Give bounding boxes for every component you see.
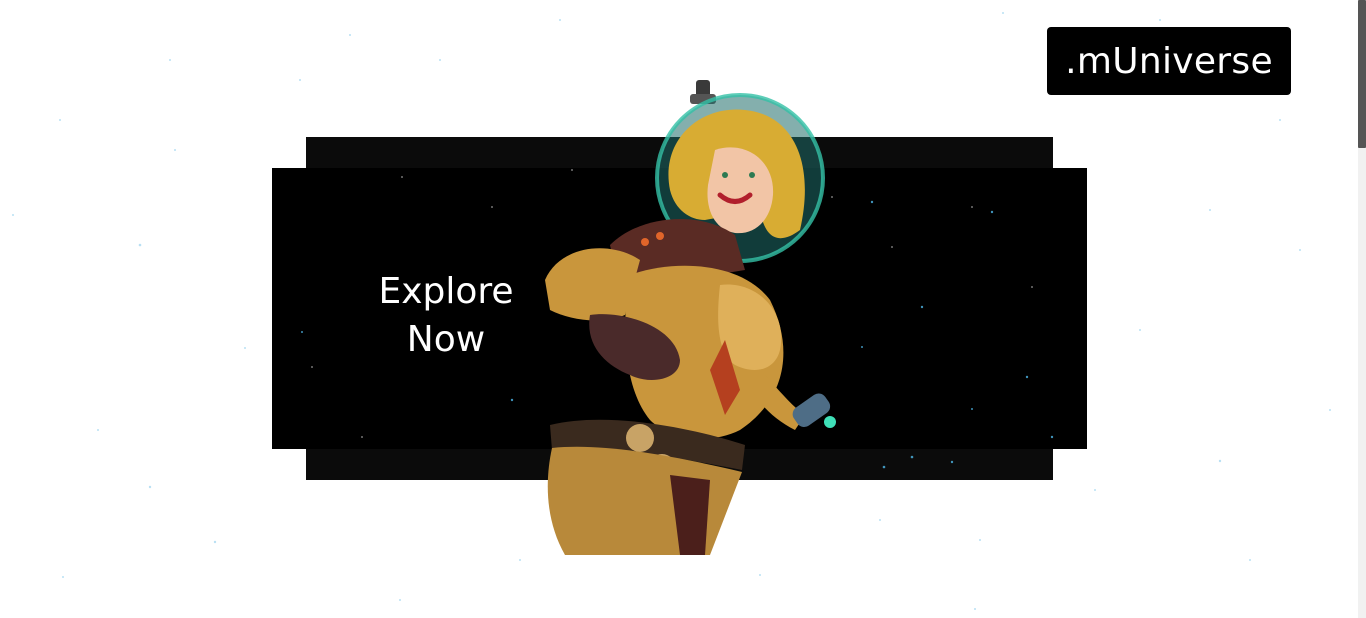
explore-now-button[interactable]: Explore Now	[346, 268, 546, 364]
explore-now-line2: Now	[406, 319, 486, 360]
explore-now-line1: Explore	[378, 271, 514, 312]
page-scrollbar[interactable]	[1358, 0, 1366, 618]
astronaut-heroine-illustration	[545, 80, 836, 555]
muniverse-logo[interactable]: .mUniverse	[1047, 27, 1291, 95]
scrollbar-thumb[interactable]	[1358, 0, 1366, 148]
